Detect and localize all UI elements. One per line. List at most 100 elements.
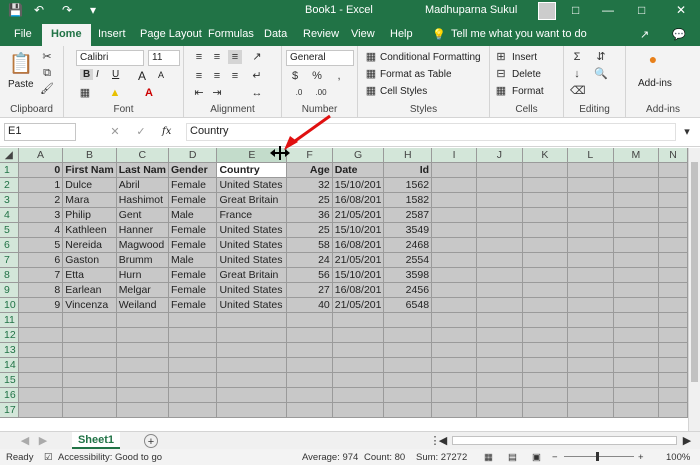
- cell-i2[interactable]: [431, 177, 478, 193]
- cell-g10[interactable]: 21/05/201: [332, 297, 385, 313]
- cell-n9[interactable]: [658, 282, 688, 298]
- cell-i10[interactable]: [431, 297, 478, 313]
- cell-n11[interactable]: [658, 312, 688, 328]
- cell-b10[interactable]: Vincenza: [62, 297, 117, 313]
- percent-icon[interactable]: %: [310, 69, 324, 83]
- cell-k10[interactable]: [522, 297, 569, 313]
- copy-icon[interactable]: ⧉: [40, 66, 54, 80]
- fill-icon[interactable]: ↓: [570, 67, 584, 81]
- cell-g15[interactable]: [332, 372, 385, 388]
- cell-i13[interactable]: [431, 342, 478, 358]
- cell-g2[interactable]: 15/10/201: [332, 177, 385, 193]
- delete-cells-icon[interactable]: ⊟: [494, 67, 508, 81]
- accessibility-status[interactable]: Accessibility: Good to go: [58, 452, 162, 463]
- page-layout-view-icon[interactable]: ▤: [508, 452, 517, 463]
- cell-m12[interactable]: [613, 327, 660, 343]
- status-count[interactable]: Count: 80: [364, 452, 405, 463]
- insert-function-button[interactable]: fx: [162, 126, 171, 137]
- cell-i6[interactable]: [431, 237, 478, 253]
- share-icon[interactable]: ↗: [640, 28, 649, 41]
- cell-h16[interactable]: [383, 387, 433, 403]
- cell-n4[interactable]: [658, 207, 688, 223]
- zoom-slider[interactable]: [564, 456, 634, 457]
- cell-d10[interactable]: Female: [168, 297, 218, 313]
- comma-icon[interactable]: ,: [332, 69, 346, 83]
- cell-j1[interactable]: [476, 162, 523, 178]
- cell-d8[interactable]: Female: [168, 267, 218, 283]
- cell-i3[interactable]: [431, 192, 478, 208]
- conditional-formatting-icon[interactable]: ▦: [364, 50, 378, 64]
- cell-k11[interactable]: [522, 312, 569, 328]
- name-box[interactable]: E1: [4, 123, 76, 141]
- cell-k7[interactable]: [522, 252, 569, 268]
- cell-a7[interactable]: 6: [18, 252, 64, 268]
- wrap-text-icon[interactable]: ↵: [250, 69, 264, 83]
- cell-b6[interactable]: Nereida: [62, 237, 117, 253]
- cell-e8[interactable]: Great Britain: [216, 267, 288, 283]
- cell-d15[interactable]: [168, 372, 218, 388]
- cell-k14[interactable]: [522, 357, 569, 373]
- row-header[interactable]: 9: [0, 282, 19, 298]
- close-icon[interactable]: ✕: [676, 3, 686, 17]
- cell-h13[interactable]: [383, 342, 433, 358]
- cell-c7[interactable]: Brumm: [116, 252, 169, 268]
- cell-b3[interactable]: Mara: [62, 192, 117, 208]
- cell-h14[interactable]: [383, 357, 433, 373]
- cell-d2[interactable]: Female: [168, 177, 218, 193]
- cell-f3[interactable]: 25: [286, 192, 333, 208]
- cell-g3[interactable]: 16/08/201: [332, 192, 385, 208]
- column-header-a[interactable]: A: [18, 148, 64, 163]
- add-sheet-icon[interactable]: +: [144, 434, 158, 448]
- column-header-k[interactable]: K: [522, 148, 569, 163]
- cell-j16[interactable]: [476, 387, 523, 403]
- cell-l10[interactable]: [567, 297, 614, 313]
- column-header-l[interactable]: L: [567, 148, 614, 163]
- cell-m5[interactable]: [613, 222, 660, 238]
- align-left-icon[interactable]: ≡: [192, 69, 206, 83]
- redo-icon[interactable]: ↷: [62, 3, 72, 17]
- cell-n13[interactable]: [658, 342, 688, 358]
- cell-e16[interactable]: [216, 387, 288, 403]
- cell-a11[interactable]: [18, 312, 64, 328]
- tab-file[interactable]: File: [14, 28, 32, 40]
- cell-n14[interactable]: [658, 357, 688, 373]
- borders-icon[interactable]: ▦: [78, 86, 92, 100]
- bold-button[interactable]: B: [80, 69, 94, 80]
- tell-me-input[interactable]: Tell me what you want to do: [451, 28, 587, 40]
- font-name-select[interactable]: Calibri: [76, 50, 144, 66]
- row-header[interactable]: 10: [0, 297, 19, 313]
- align-bottom-icon[interactable]: ≡: [228, 50, 242, 64]
- scroll-right-icon[interactable]: ▶: [680, 434, 694, 448]
- comments-icon[interactable]: 💬: [672, 28, 686, 41]
- spreadsheet-grid[interactable]: ◢ ABCDEFGHIJKLMN 1 0 First Nam Last Nam Gend…: [0, 148, 688, 431]
- cell-d16[interactable]: [168, 387, 218, 403]
- cell-j5[interactable]: [476, 222, 523, 238]
- cell-l1[interactable]: [567, 162, 614, 178]
- cell-c5[interactable]: Hanner: [116, 222, 169, 238]
- cell-e2[interactable]: United States: [216, 177, 288, 193]
- cell-e4[interactable]: France: [216, 207, 288, 223]
- cell-i14[interactable]: [431, 357, 478, 373]
- addins-button[interactable]: Add-ins: [638, 78, 672, 89]
- cell-n2[interactable]: [658, 177, 688, 193]
- row-header[interactable]: 1: [0, 162, 19, 178]
- cell-k9[interactable]: [522, 282, 569, 298]
- select-all-corner[interactable]: ◢: [0, 148, 19, 163]
- cell-a9[interactable]: 8: [18, 282, 64, 298]
- tab-data[interactable]: Data: [264, 28, 287, 40]
- conditional-formatting-button[interactable]: Conditional Formatting: [380, 52, 481, 63]
- column-header-j[interactable]: J: [476, 148, 523, 163]
- cell-b15[interactable]: [62, 372, 117, 388]
- cell-l15[interactable]: [567, 372, 614, 388]
- cell-l9[interactable]: [567, 282, 614, 298]
- cell-c16[interactable]: [116, 387, 169, 403]
- cell-k12[interactable]: [522, 327, 569, 343]
- cell-l11[interactable]: [567, 312, 614, 328]
- cell-n10[interactable]: [658, 297, 688, 313]
- cell-f5[interactable]: 25: [286, 222, 333, 238]
- cell-l16[interactable]: [567, 387, 614, 403]
- cell-h7[interactable]: 2554: [383, 252, 433, 268]
- cell-l12[interactable]: [567, 327, 614, 343]
- cell-i4[interactable]: [431, 207, 478, 223]
- cell-h5[interactable]: 3549: [383, 222, 433, 238]
